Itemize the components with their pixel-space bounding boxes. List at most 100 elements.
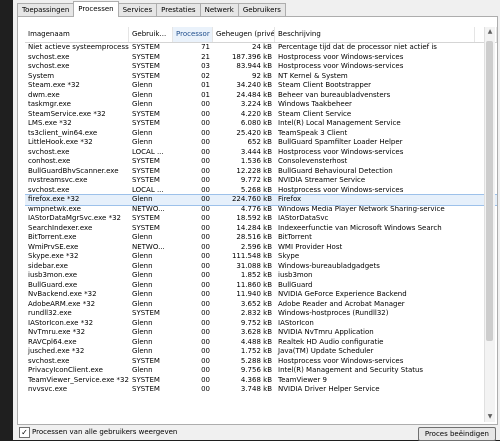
table-body: Niet actieve systeemprocessen SYSTEM 71 24 … bbox=[25, 43, 497, 395]
table-row[interactable]: firefox.exe *32 Glenn 00 224.760 kB Firefox bbox=[25, 194, 497, 206]
cell-mem: 187.396 kB bbox=[231, 52, 272, 61]
cell-user: Glenn bbox=[132, 328, 153, 336]
cell-mem: 5.288 kB bbox=[240, 356, 272, 365]
cell-mem: 83.944 kB bbox=[236, 62, 272, 70]
table-row[interactable]: wmpnetwk.exe NETWO... 00 4.776 kB Windows Me… bbox=[25, 205, 497, 215]
cell-cpu: 01 bbox=[201, 81, 210, 89]
cell-user: Glenn bbox=[132, 100, 153, 108]
table-row[interactable]: NvTmru.exe *32 Glenn 00 3.628 kB NVIDIA NvTm… bbox=[25, 328, 497, 338]
column-header-0[interactable]: Imagenaam bbox=[25, 27, 129, 42]
table-row[interactable]: WmiPrvSE.exe NETWO... 00 2.596 kB WMI Provid… bbox=[25, 243, 497, 253]
column-header-1[interactable]: Gebruik... bbox=[129, 27, 173, 42]
cell-name: svchost.exe bbox=[28, 356, 70, 365]
table-row[interactable]: LittleHook.exe *32 Glenn 00 652 kB BullGuard… bbox=[25, 138, 497, 148]
table-row[interactable]: nvstreamsvc.exe SYSTEM 00 9.772 kB NVIDIA St… bbox=[25, 176, 497, 186]
table-row[interactable]: iusb3mon.exe Glenn 00 1.852 kB iusb3mon bbox=[25, 271, 497, 281]
scroll-up-icon[interactable]: ▲ bbox=[485, 27, 495, 37]
tab-0[interactable]: Toepassingen bbox=[17, 3, 75, 17]
show-all-users-label[interactable]: Processen van alle gebruikers weergeven bbox=[32, 427, 177, 437]
tab-4[interactable]: Netwerk bbox=[199, 3, 239, 17]
cell-cpu: 00 bbox=[201, 185, 210, 194]
table-row[interactable]: jusched.exe *32 Glenn 00 1.752 kB Java(TM) U… bbox=[25, 347, 497, 357]
cell-mem: 1.536 kB bbox=[240, 157, 272, 165]
scroll-down-icon[interactable]: ▼ bbox=[485, 412, 495, 422]
cell-name: System bbox=[28, 71, 55, 80]
cell-mem: 4.368 kB bbox=[240, 375, 272, 384]
table-row[interactable]: RAVCpl64.exe Glenn 00 4.488 kB Realtek HD Au… bbox=[25, 338, 497, 348]
table-row[interactable]: BullGuardBhvScanner.exe SYSTEM 00 12.228 kB… bbox=[25, 167, 497, 177]
table-row[interactable]: conhost.exe SYSTEM 00 1.536 kB Consolevenste… bbox=[25, 157, 497, 167]
cell-mem: 1.752 kB bbox=[240, 347, 272, 355]
column-header-3[interactable]: Geheugen (privéwer... bbox=[213, 27, 275, 42]
cell-name: PrivacyIconClient.exe bbox=[28, 366, 103, 374]
table-row[interactable]: svchost.exe LOCAL ... 00 5.268 kB Hostproces… bbox=[25, 186, 497, 196]
tab-2[interactable]: Services bbox=[117, 3, 158, 17]
table-row[interactable]: LMS.exe *32 SYSTEM 00 6.080 kB Intel(R) Loca… bbox=[25, 119, 497, 129]
table-row[interactable]: Steam.exe *32 Glenn 01 34.240 kB Steam Clien… bbox=[25, 81, 497, 91]
cell-mem: 4.220 kB bbox=[240, 109, 272, 118]
table-row[interactable]: SteamService.exe *32 SYSTEM 00 4.220 kB Stea… bbox=[25, 110, 497, 120]
table-row[interactable]: PrivacyIconClient.exe Glenn 00 9.756 kB Inte… bbox=[25, 366, 497, 376]
table-row[interactable]: svchost.exe SYSTEM 00 5.288 kB Hostprocess v… bbox=[25, 357, 497, 367]
cell-cpu: 21 bbox=[201, 52, 210, 61]
cell-mem: 111.548 kB bbox=[231, 252, 272, 260]
cell-name: SteamService.exe *32 bbox=[28, 109, 106, 118]
cell-user: SYSTEM bbox=[132, 176, 160, 184]
table-row[interactable]: AdobeARM.exe *32 Glenn 00 3.652 kB Adobe Rea… bbox=[25, 300, 497, 310]
cell-desc: Hostprocess voor Windows-services bbox=[278, 185, 404, 194]
cell-cpu: 00 bbox=[201, 176, 210, 184]
cell-desc: NVIDIA GeForce Experience Backend bbox=[278, 290, 407, 298]
cell-desc: BullGuard Behavioural Detection bbox=[278, 166, 393, 175]
cell-mem: 92 kB bbox=[252, 71, 272, 80]
table-row[interactable]: nvvsvc.exe SYSTEM 00 3.748 kB NVIDIA Driver … bbox=[25, 385, 497, 395]
cell-user: Glenn bbox=[132, 81, 153, 89]
show-all-users-checkbox[interactable]: ✓ bbox=[19, 427, 30, 438]
tab-3[interactable]: Prestaties bbox=[156, 3, 201, 17]
cell-mem: 9.752 kB bbox=[240, 318, 272, 327]
end-process-button[interactable]: Proces beëindigen bbox=[417, 427, 496, 441]
cell-user: SYSTEM bbox=[132, 71, 160, 80]
cell-desc: Adobe Reader and Acrobat Manager bbox=[278, 299, 405, 308]
cell-cpu: 00 bbox=[201, 195, 210, 203]
table-header: Imagenaam Gebruik... Processor Geheugen (pr… bbox=[25, 27, 497, 43]
cell-cpu: 00 bbox=[201, 385, 210, 393]
table-row[interactable]: taskmgr.exe Glenn 00 3.224 kB Windows Taakbe… bbox=[25, 100, 497, 110]
column-header-2[interactable]: Processor bbox=[173, 27, 213, 42]
cell-desc: NVIDIA Driver Helper Service bbox=[278, 385, 380, 393]
column-header-4[interactable]: Beschrijving bbox=[275, 27, 475, 42]
table-row[interactable]: BitTorrent.exe Glenn 00 28.516 kB BitTorrent bbox=[25, 233, 497, 243]
tab-bar: Toepassingen Processen Services Prestaties N… bbox=[17, 1, 286, 17]
table-row[interactable]: SearchIndexer.exe SYSTEM 00 14.284 kB Indexe… bbox=[25, 224, 497, 234]
tab-5[interactable]: Gebruikers bbox=[237, 3, 286, 17]
table-row[interactable]: svchost.exe LOCAL ... 00 3.444 kB Hostproces… bbox=[25, 148, 497, 158]
vertical-scrollbar[interactable]: ▲ ▼ bbox=[484, 27, 495, 422]
cell-name: taskmgr.exe bbox=[28, 100, 71, 108]
table-row[interactable]: rundll32.exe SYSTEM 00 2.832 kB Windows-host… bbox=[25, 309, 497, 319]
cell-cpu: 03 bbox=[201, 62, 210, 70]
table-row[interactable]: Skype.exe *32 Glenn 00 111.548 kB Skype bbox=[25, 252, 497, 262]
cell-user: SYSTEM bbox=[132, 43, 160, 51]
table-row[interactable]: Niet actieve systeemprocessen SYSTEM 71 24 … bbox=[25, 43, 497, 53]
table-row[interactable]: TeamViewer_Service.exe *32 SYSTEM 00 4.368 … bbox=[25, 376, 497, 386]
table-row[interactable]: NvBackend.exe *32 Glenn 00 11.940 kB NVIDIA … bbox=[25, 290, 497, 300]
cell-cpu: 00 bbox=[201, 366, 210, 374]
table-row[interactable]: svchost.exe SYSTEM 21 187.396 kB Hostprocess… bbox=[25, 53, 497, 63]
table-row[interactable]: BullGuard.exe Glenn 00 11.860 kB BullGuard bbox=[25, 281, 497, 291]
cell-desc: Windows-bureaubladgadgets bbox=[278, 261, 380, 270]
cell-desc: Java(TM) Update Scheduler bbox=[278, 347, 374, 355]
tab-1[interactable]: Processen bbox=[73, 1, 119, 17]
table-row[interactable]: dwm.exe Glenn 01 24.484 kB Beheer van bureau… bbox=[25, 91, 497, 101]
table-row[interactable]: ts3client_win64.exe Glenn 00 25.420 kB TeamS… bbox=[25, 129, 497, 139]
table-row[interactable]: svchost.exe SYSTEM 03 83.944 kB Hostprocess … bbox=[25, 62, 497, 72]
cell-user: SYSTEM bbox=[132, 223, 160, 232]
cell-mem: 2.596 kB bbox=[240, 242, 272, 251]
table-row[interactable]: sidebar.exe Glenn 00 31.088 kB Windows-burea… bbox=[25, 262, 497, 272]
table-row[interactable]: IAStorDataMgrSvc.exe *32 SYSTEM 00 18.592 k… bbox=[25, 214, 497, 224]
cell-user: Glenn bbox=[132, 290, 153, 298]
cell-desc: Realtek HD Audio configuratie bbox=[278, 337, 384, 346]
scrollbar-thumb[interactable] bbox=[486, 41, 493, 341]
table-row[interactable]: System SYSTEM 02 92 kB NT Kernel & System bbox=[25, 72, 497, 82]
cell-name: jusched.exe *32 bbox=[28, 347, 85, 355]
table-row[interactable]: IAStorIcon.exe *32 Glenn 00 9.752 kB IAStorI… bbox=[25, 319, 497, 329]
cell-mem: 3.444 kB bbox=[240, 147, 272, 156]
